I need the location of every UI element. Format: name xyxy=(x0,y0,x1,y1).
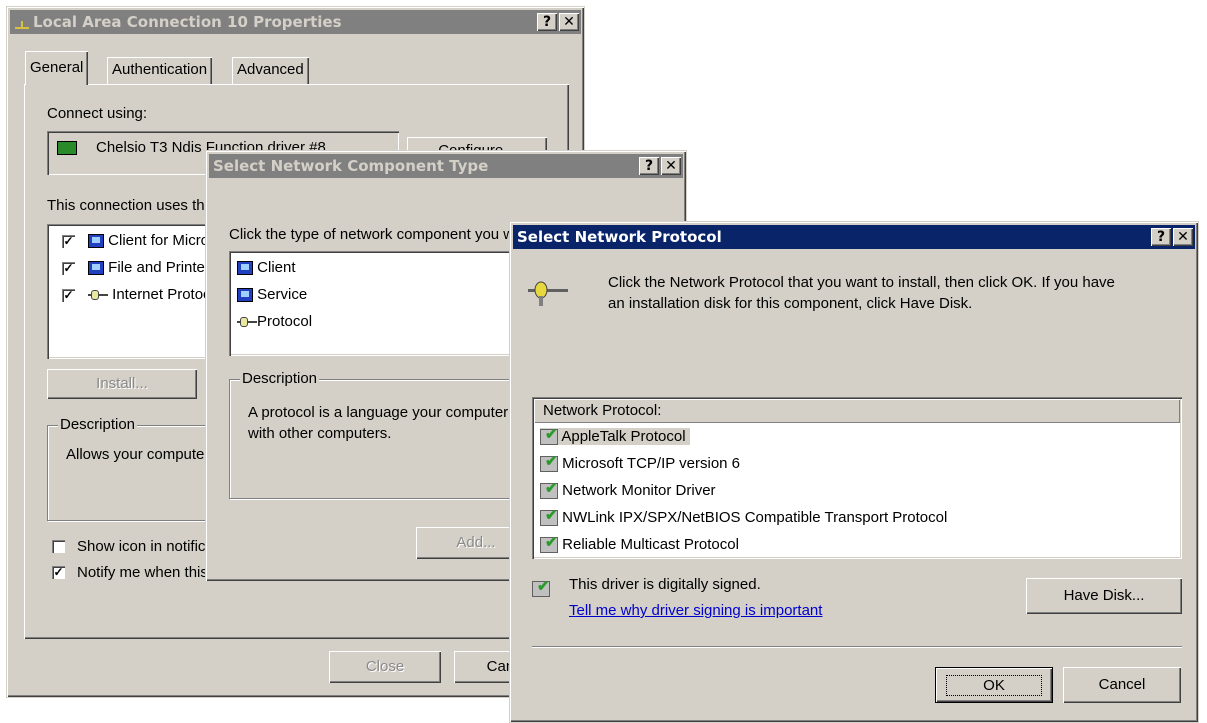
close-dialog-button[interactable]: Close xyxy=(329,651,441,683)
protocol-item[interactable]: Microsoft TCP/IP version 6 xyxy=(540,452,740,473)
computer-icon xyxy=(237,261,253,276)
signed-driver-icon xyxy=(540,506,558,527)
install-button[interactable]: Install... xyxy=(47,369,197,399)
footer-divider xyxy=(532,646,1182,648)
driver-signed-text: This driver is digitally signed. xyxy=(569,576,761,593)
component-item[interactable]: Service xyxy=(237,286,307,303)
network-protocol-title: Select Network Protocol xyxy=(517,228,722,246)
protocol-list-header[interactable]: Network Protocol: xyxy=(534,399,1180,423)
network-plug-icon xyxy=(14,16,30,30)
lan-properties-titlebar[interactable]: Local Area Connection 10 Properties ? ✕ xyxy=(10,10,581,34)
driver-signing-link[interactable]: Tell me why driver signing is important xyxy=(569,602,822,619)
protocol-instructions-line2: an installation disk for this component,… xyxy=(608,295,973,312)
component-item[interactable]: Protocol xyxy=(237,313,312,330)
protocol-item[interactable]: Network Monitor Driver xyxy=(540,479,716,500)
help-button[interactable]: ? xyxy=(1151,228,1171,246)
item-checkbox[interactable]: ✓ xyxy=(62,289,75,302)
computer-icon xyxy=(88,234,104,249)
item-checkbox[interactable]: ✓ xyxy=(62,262,75,275)
tab-general[interactable]: General xyxy=(25,51,89,85)
protocol-list[interactable]: Network Protocol: AppleTalk Protocol Mic… xyxy=(532,397,1182,559)
network-protocol-icon xyxy=(528,280,568,310)
signed-driver-icon xyxy=(540,533,558,554)
component-description-label: Description xyxy=(240,370,320,387)
ok-button[interactable]: OK xyxy=(935,667,1053,703)
connect-using-label: Connect using: xyxy=(47,105,148,122)
tab-authentication[interactable]: Authentication xyxy=(107,57,213,85)
protocol-item-selected[interactable]: AppleTalk Protocol xyxy=(540,425,690,446)
network-card-icon xyxy=(57,141,77,155)
computer-icon xyxy=(237,288,253,303)
protocol-icon xyxy=(88,289,108,301)
help-button[interactable]: ? xyxy=(537,13,557,31)
signed-driver-icon xyxy=(540,425,558,446)
signed-driver-icon xyxy=(532,577,550,598)
protocol-item[interactable]: NWLink IPX/SPX/NetBIOS Compatible Transp… xyxy=(540,506,947,527)
help-button[interactable]: ? xyxy=(639,157,659,175)
close-button[interactable]: ✕ xyxy=(661,157,681,175)
description-label: Description xyxy=(58,416,138,433)
protocol-icon xyxy=(237,316,257,328)
show-icon-checkbox[interactable] xyxy=(52,540,65,553)
lan-properties-title: Local Area Connection 10 Properties xyxy=(33,13,342,31)
protocol-item[interactable]: Reliable Multicast Protocol xyxy=(540,533,739,554)
cancel-button[interactable]: Cancel xyxy=(1063,667,1181,703)
close-button[interactable]: ✕ xyxy=(559,13,579,31)
notify-checkbox[interactable]: ✓ xyxy=(52,566,65,579)
component-type-titlebar[interactable]: Select Network Component Type ? ✕ xyxy=(209,154,683,178)
computer-icon xyxy=(88,261,104,276)
network-protocol-window: Select Network Protocol ? ✕ Click the Ne… xyxy=(509,221,1199,723)
signed-driver-icon xyxy=(540,479,558,500)
tab-advanced[interactable]: Advanced xyxy=(232,57,309,85)
protocol-instructions-line1: Click the Network Protocol that you want… xyxy=(608,274,1115,291)
close-button[interactable]: ✕ xyxy=(1173,228,1193,246)
component-item[interactable]: Client xyxy=(237,259,296,276)
component-type-title: Select Network Component Type xyxy=(213,157,489,175)
item-checkbox[interactable]: ✓ xyxy=(62,235,75,248)
have-disk-button[interactable]: Have Disk... xyxy=(1026,578,1182,614)
signed-driver-icon xyxy=(540,452,558,473)
network-protocol-titlebar[interactable]: Select Network Protocol ? ✕ xyxy=(513,225,1195,249)
